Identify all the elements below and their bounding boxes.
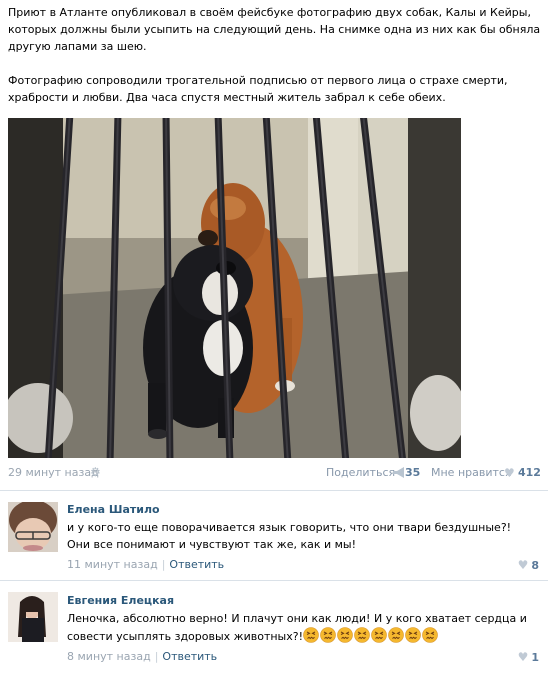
confounded-face-icon <box>354 627 370 643</box>
confounded-face-icon <box>405 627 421 643</box>
post-paragraph-1: Приют в Атланте опубликовал в своём фейс… <box>8 6 541 53</box>
confounded-face-icon <box>388 627 404 643</box>
comment-text: и у кого-то еще поворачивается язык гово… <box>67 521 512 551</box>
dogs-in-kennel-image <box>8 118 461 458</box>
avatar[interactable] <box>8 592 58 642</box>
post-paragraph-2: Фотографию сопроводили трогательной подп… <box>8 74 508 104</box>
comment: Елена Шатило и у кого-то еще поворачивае… <box>0 491 548 579</box>
avatar-image <box>8 592 58 642</box>
reply-button[interactable]: Ответить <box>169 558 224 571</box>
comment-like-button[interactable]: ♥ 1 <box>518 650 539 664</box>
emoji-row <box>303 627 439 648</box>
comment-meta: 8 минут назад | Ответить <box>67 650 218 663</box>
like-count[interactable]: 412 <box>518 466 541 479</box>
avatar[interactable] <box>8 502 58 552</box>
comment-like-button[interactable]: ♥ 8 <box>518 558 539 572</box>
post-text: Приют в Атланте опубликовал в своём фейс… <box>8 4 544 123</box>
comment-time[interactable]: 11 минут назад <box>67 558 158 571</box>
heart-icon: ♥ <box>517 558 529 572</box>
comment-meta: 11 минут назад | Ответить <box>67 558 225 571</box>
post-meta: 29 минут назад ⚙ Поделиться 35 Мне нрави… <box>8 465 541 482</box>
confounded-face-icon <box>422 627 438 643</box>
comment-author[interactable]: Елена Шатило <box>67 503 160 516</box>
avatar-image <box>8 502 58 552</box>
comment-text-body: Леночка, абсолютно верно! И плачут они к… <box>67 612 527 643</box>
like-button[interactable]: Мне нравится <box>431 466 512 479</box>
share-button[interactable]: Поделиться <box>326 466 395 479</box>
share-count[interactable]: 35 <box>405 466 420 479</box>
gear-icon[interactable]: ⚙ <box>90 465 101 479</box>
megaphone-icon[interactable] <box>392 467 406 478</box>
confounded-face-icon <box>371 627 387 643</box>
heart-icon: ♥ <box>517 650 529 664</box>
comment-author[interactable]: Евгения Елецкая <box>67 594 174 607</box>
confounded-face-icon <box>320 627 336 643</box>
comment-like-count: 1 <box>531 651 539 664</box>
confounded-face-icon <box>303 627 319 643</box>
comment: Евгения Елецкая Леночка, абсолютно верно… <box>0 581 548 685</box>
confounded-face-icon <box>337 627 353 643</box>
comment-text: Леночка, абсолютно верно! И плачут они к… <box>67 610 537 648</box>
comment-like-count: 8 <box>531 559 539 572</box>
post-photo[interactable] <box>8 118 461 458</box>
post-time[interactable]: 29 минут назад <box>8 466 99 479</box>
heart-icon[interactable]: ♥ <box>504 466 515 480</box>
comment-time[interactable]: 8 минут назад <box>67 650 151 663</box>
reply-button[interactable]: Ответить <box>162 650 217 663</box>
